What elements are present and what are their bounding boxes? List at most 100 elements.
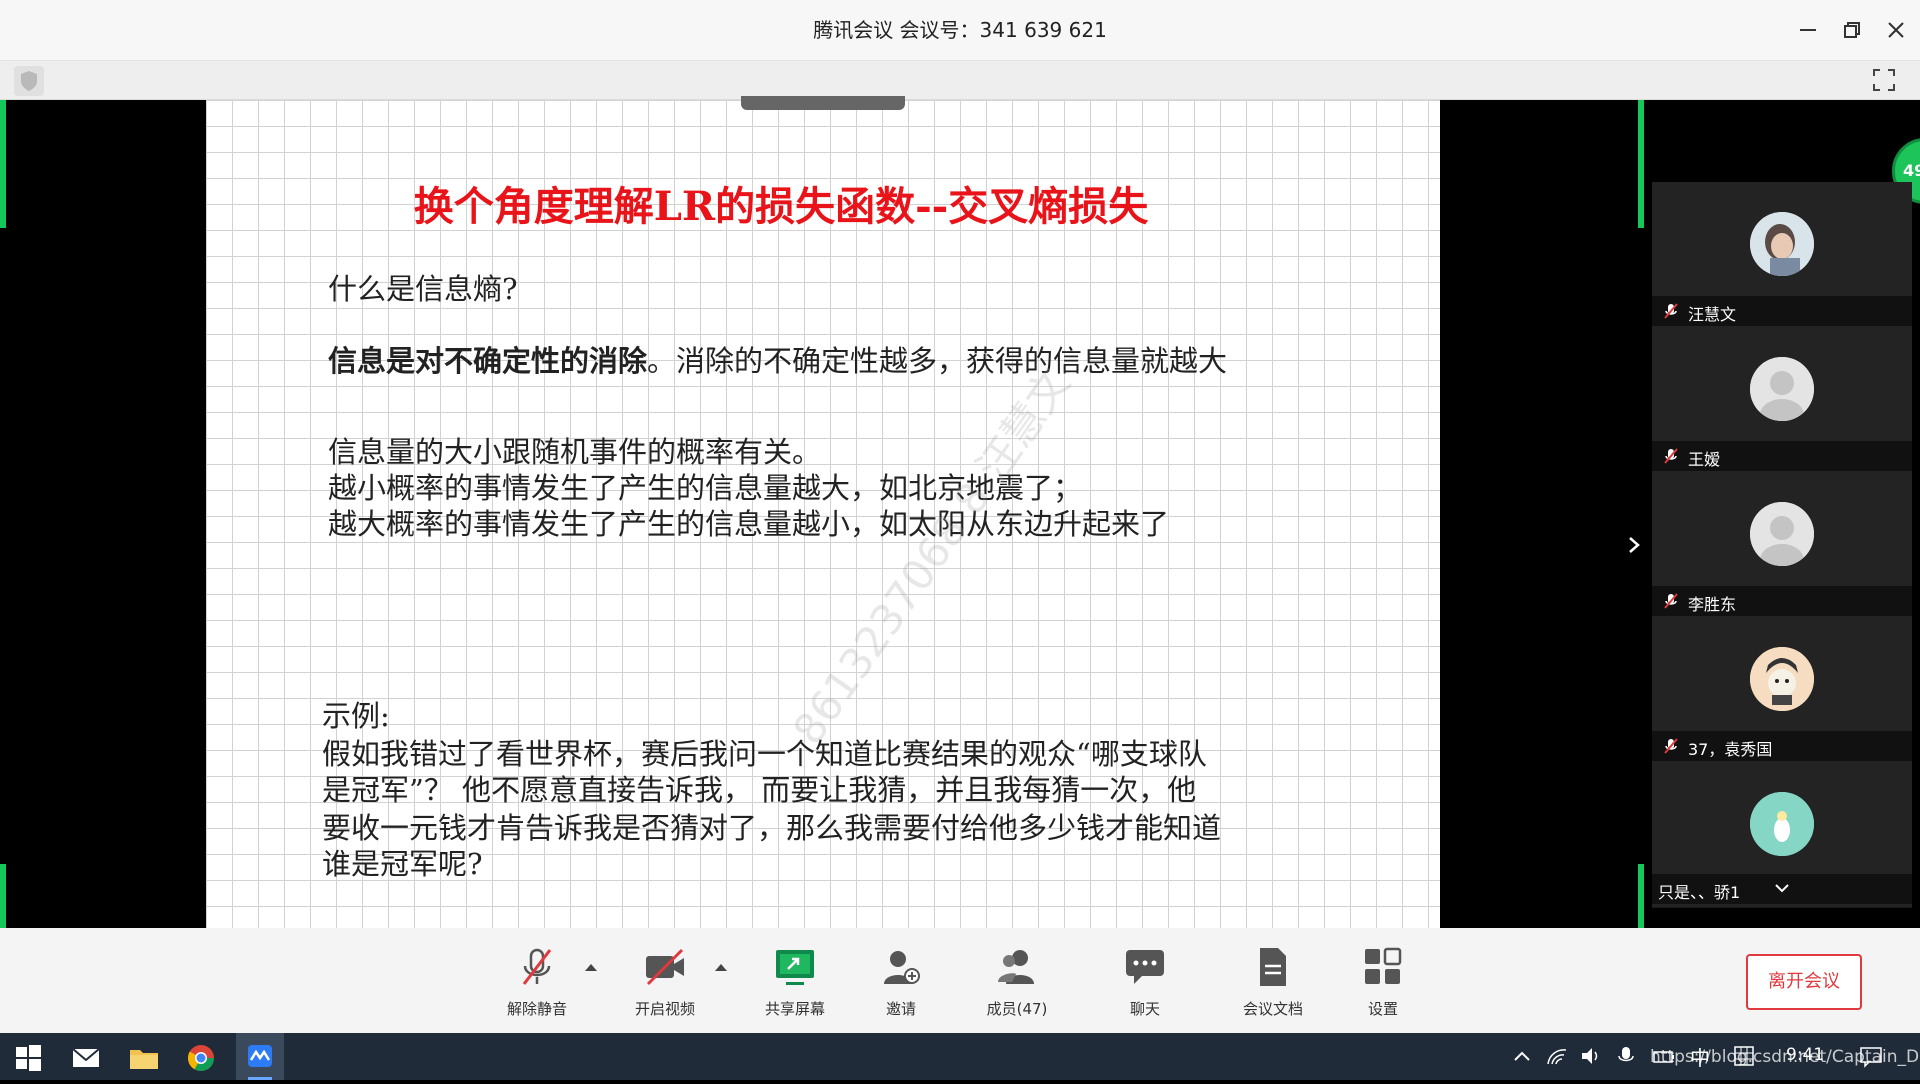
fullscreen-button[interactable] [1868,64,1900,96]
slide-title: 换个角度理解LR的损失函数--交叉熵损失 [413,183,1149,230]
settings-button[interactable]: 设置 [1338,944,1428,1024]
mail-icon [72,1048,100,1067]
microphone-tray-icon[interactable] [1614,1044,1638,1068]
video-options-caret-icon[interactable] [714,962,728,972]
avatar [1750,357,1814,421]
chat-button[interactable]: 聊天 [1100,944,1190,1024]
mic-off-icon [522,948,552,985]
slide-example-line-4: 谁是冠军呢? [322,847,483,881]
meeting-docs-button[interactable]: 会议文档 [1228,944,1318,1024]
participant-name: 37，袁秀国 [1688,740,1773,759]
members-label: 成员(47) [986,1000,1048,1018]
meeting-info-bar [0,61,1920,100]
participant-name-bar: 汪慧文 [1652,296,1912,326]
participant-tile[interactable]: 李胜东 [1652,472,1912,617]
presentation-slide: 换个角度理解LR的损失函数--交叉熵损失 什么是信息熵? 信息是对不确定性的消除… [206,100,1440,928]
mic-muted-icon [1664,738,1678,754]
participant-name-bar: 37，袁秀国 [1652,731,1912,761]
members-button[interactable]: 成员(47) [972,944,1062,1024]
chat-icon [1126,950,1164,984]
invite-user-icon [884,951,920,984]
taskbar-tencent-meeting[interactable] [236,1033,284,1080]
participant-name: 王嫒 [1688,450,1721,469]
restore-button[interactable] [1836,14,1868,46]
participant-tile[interactable]: 只是、、骄1 [1652,762,1912,907]
taskbar-mail-app[interactable] [68,1040,104,1076]
start-video-button[interactable]: 开启视频 [620,944,710,1024]
slide-paragraph-2-line-1: 信息量的大小跟随机事件的概率有关。 [328,435,822,469]
chrome-icon [187,1045,215,1072]
slide-paragraph-1-rest: 。消除的不确定性越多，获得的信息量就越大 [647,344,1228,378]
settings-label: 设置 [1367,1000,1398,1018]
slide-example-line-2: 是冠军”？ 他不愿意直接告诉我， 而要让我猜，并且我每猜一次，他 [322,773,1197,807]
url-watermark: https://blog.csdn.net/Captain_DUDU [1650,1047,1920,1067]
participant-name: 只是、、骄1 [1658,883,1741,902]
avatar [1750,647,1814,711]
participant-tile[interactable]: 37，袁秀国 [1652,617,1912,762]
close-button[interactable] [1880,14,1912,46]
restore-icon [1844,22,1860,38]
wifi-icon[interactable] [1546,1046,1568,1066]
speaker-indicator-left-bottom [0,864,6,928]
participant-tile[interactable]: 王嫒 [1652,327,1912,472]
meeting-toolbar [0,928,1920,1033]
minimize-button[interactable] [1792,14,1824,46]
audio-options-caret-icon[interactable] [584,962,598,972]
mic-muted-icon [1664,448,1678,464]
chevron-right-icon [1629,537,1640,553]
participant-name-bar: 李胜东 [1652,586,1912,616]
show-hidden-icons-icon[interactable] [1512,1048,1532,1064]
meeting-docs-label: 会议文档 [1242,1000,1303,1018]
share-screen-icon [776,950,814,985]
avatar [1750,792,1814,856]
slide-example-line-3: 要收一元钱才肯告诉我是否猜对了，那么我需要付给他多少钱才能知道 [322,811,1222,845]
unmute-button[interactable]: 解除静音 [492,944,582,1024]
participant-tile[interactable]: 汪慧文 [1652,182,1912,327]
taskbar-chrome[interactable] [183,1040,219,1076]
meeting-tag [741,96,905,110]
participant-name-bar: 王嫒 [1652,441,1912,471]
watermark: 8613237068 8 汪慧文 [783,359,1080,754]
members-icon [998,950,1034,984]
tencent-meeting-icon [248,1045,272,1080]
avatar [1750,502,1814,566]
unmute-label: 解除静音 [506,1000,567,1018]
share-screen-label: 共享屏幕 [764,1000,825,1018]
slide-paragraph-1: 信息是对不确定性的消除。消除的不确定性越多，获得的信息量就越大 [328,343,1227,379]
fullscreen-icon [1873,69,1895,91]
volume-icon[interactable] [1580,1046,1602,1066]
settings-grid-icon [1365,947,1402,984]
share-screen-button[interactable]: 共享屏幕 [750,944,840,1024]
speaker-indicator-right-bottom [1638,864,1644,928]
slide-example-label: 示例: [322,699,390,733]
slide-paragraph-1-bold: 信息是对不确定性的消除 [328,344,648,378]
participant-name: 李胜东 [1688,595,1737,614]
start-video-label: 开启视频 [634,1000,695,1018]
invite-button[interactable]: 邀请 [856,944,946,1024]
chat-label: 聊天 [1129,1000,1160,1018]
slide-question: 什么是信息熵? [328,272,518,306]
windows-logo-icon [16,1045,41,1071]
participant-name: 汪慧文 [1688,305,1737,324]
participant-name-bar: 只是、、骄1 [1652,874,1912,904]
slide-example-line-1: 假如我错过了看世界杯，赛后我问一个知道比赛结果的观众“哪支球队 [322,737,1207,771]
window-title: 腾讯会议 会议号：341 639 621 [813,18,1107,42]
chevron-down-icon [1775,884,1789,893]
slide-paragraph-2-line-3: 越大概率的事情发生了产生的信息量越小，如太阳从东边升起来了 [328,507,1170,541]
minimize-icon [1800,29,1816,31]
invite-label: 邀请 [885,1000,916,1018]
speaker-indicator-left-top [0,100,6,228]
folder-icon [130,1050,158,1069]
mic-muted-icon [1664,303,1678,319]
speaker-indicator-right-top [1638,100,1644,228]
security-shield-icon[interactable] [14,66,44,96]
close-icon [1888,22,1904,38]
windows-start-button[interactable] [10,1040,46,1076]
avatar [1750,212,1814,276]
leave-meeting-button[interactable]: 离开会议 [1746,954,1862,1010]
mic-muted-icon [1664,593,1678,609]
document-icon [1260,948,1286,986]
video-off-icon [646,948,684,986]
taskbar-file-explorer[interactable] [126,1040,162,1076]
expand-panel-button[interactable] [1622,530,1646,560]
